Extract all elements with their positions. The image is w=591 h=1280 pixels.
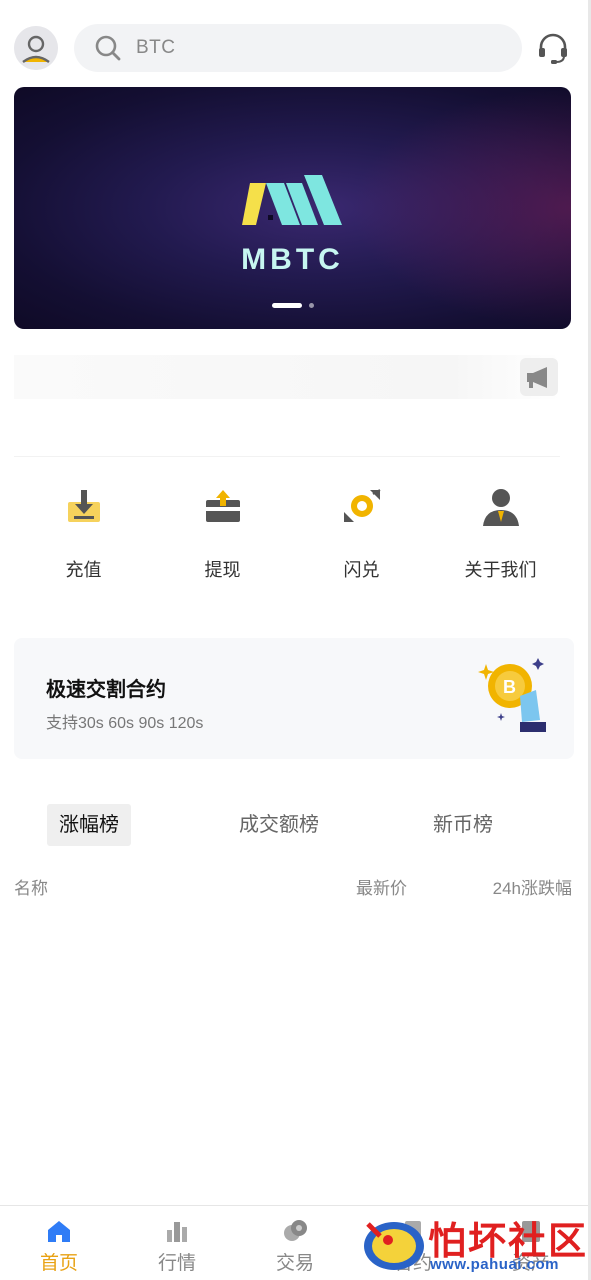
ranking-table-header: 名称 最新价 24h涨跌幅 — [14, 874, 572, 898]
ranking-tabs: 涨幅榜 成交额榜 新币榜 — [14, 804, 574, 848]
announcement-bar[interactable] — [14, 355, 560, 399]
nav-home[interactable]: 首页 — [0, 1206, 118, 1280]
tab-volume[interactable]: 成交额榜 — [239, 804, 319, 846]
action-label: 提现 — [204, 560, 241, 580]
megaphone-icon — [527, 367, 547, 388]
tab-gainers[interactable]: 涨幅榜 — [47, 804, 131, 846]
nav-trade[interactable]: 交易 — [236, 1206, 354, 1280]
promo-banner[interactable]: MBTC — [14, 87, 571, 329]
watermark-url: www.pahuai.com — [430, 1256, 559, 1273]
column-price: 最新价 — [356, 879, 407, 898]
tab-new-coins[interactable]: 新币榜 — [433, 804, 493, 846]
action-label: 关于我们 — [464, 560, 537, 580]
action-deposit[interactable]: 充值 — [14, 484, 153, 584]
column-name: 名称 — [14, 879, 48, 898]
promo-title: 极速交割合约 — [46, 679, 166, 701]
search-bar[interactable]: BTC — [74, 24, 522, 72]
promo-subtitle: 支持30s 60s 90s 120s — [46, 715, 204, 732]
watermark-logo-icon — [364, 1222, 424, 1270]
top-header: BTC — [14, 24, 574, 74]
svg-text:B: B — [503, 677, 516, 697]
action-label: 充值 — [65, 560, 102, 580]
carousel-dot[interactable] — [309, 303, 314, 308]
nav-label: 行情 — [157, 1253, 196, 1274]
announcement-button[interactable] — [520, 358, 558, 396]
mbtc-logo-icon — [242, 175, 342, 225]
search-input[interactable]: BTC — [136, 37, 176, 59]
avatar-icon — [14, 26, 58, 70]
action-flash-swap[interactable]: 闪兑 — [292, 484, 431, 584]
market-icon — [167, 1222, 187, 1242]
action-about-us[interactable]: 关于我们 — [431, 484, 570, 584]
home-icon — [48, 1221, 70, 1242]
column-change: 24h涨跌幅 — [492, 879, 572, 898]
user-avatar[interactable] — [14, 26, 58, 70]
action-withdraw[interactable]: 提现 — [153, 484, 292, 584]
quick-actions: 充值 提现 闪兑 关于我们 — [14, 484, 574, 584]
nav-market[interactable]: 行情 — [118, 1206, 236, 1280]
carousel-dot-active[interactable] — [272, 303, 302, 308]
coin-hand-icon: B — [478, 658, 546, 732]
carousel-indicator — [272, 303, 332, 309]
action-label: 闪兑 — [343, 560, 380, 580]
fast-contract-card[interactable]: 极速交割合约 支持30s 60s 90s 120s B — [14, 638, 574, 759]
banner-glow — [351, 87, 571, 329]
nav-label: 交易 — [275, 1253, 314, 1274]
banner-logo-text: MBTC — [241, 243, 344, 276]
search-icon — [95, 35, 121, 61]
deposit-icon — [67, 490, 100, 522]
flash-swap-icon — [343, 489, 380, 522]
about-us-icon — [482, 489, 519, 526]
section-divider — [14, 456, 560, 457]
trade-icon — [284, 1220, 307, 1241]
nav-label: 首页 — [39, 1253, 78, 1274]
withdraw-icon — [205, 490, 240, 522]
watermark: 怕坏社区 www.pahuai.com — [358, 1210, 588, 1276]
customer-service-icon[interactable] — [536, 32, 570, 66]
